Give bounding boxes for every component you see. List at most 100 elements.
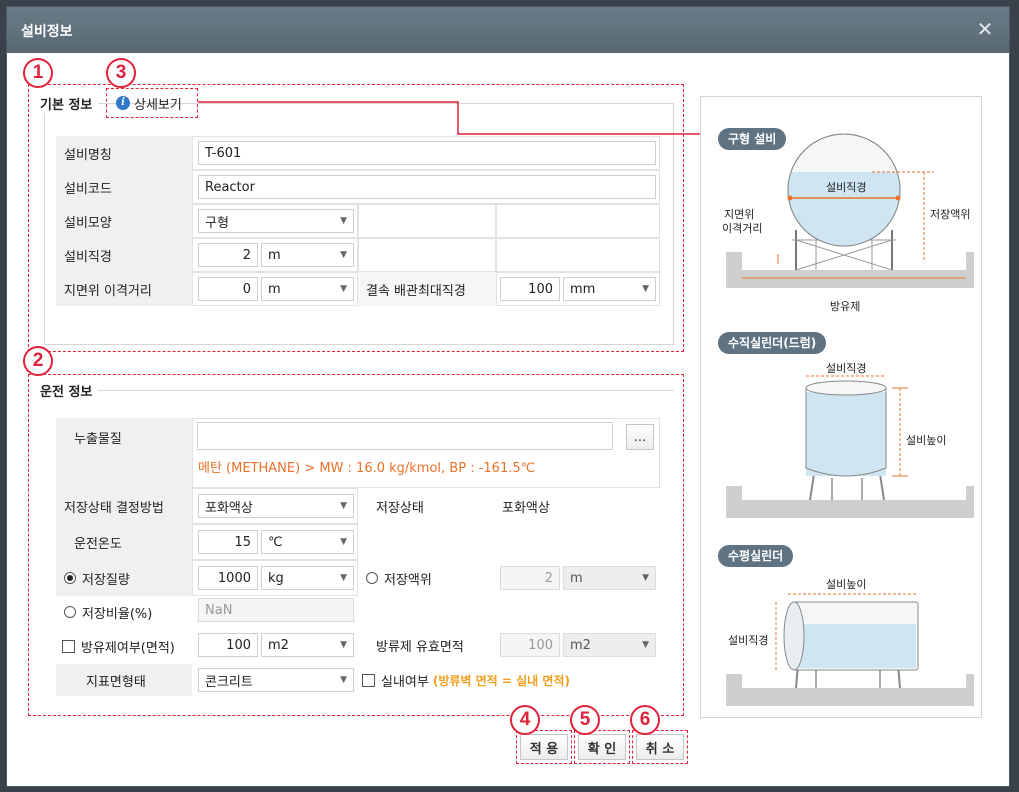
chevron-down-icon: ▼ <box>340 675 347 685</box>
indoor-note: (방류벽 면적 = 실내 면적) <box>432 673 570 688</box>
level-input[interactable]: 2 <box>500 566 560 590</box>
storage-state-value: 포화액상 <box>502 500 550 516</box>
horizontal-diameter-label: 설비직경 <box>728 634 769 647</box>
dike-check-box[interactable] <box>62 639 75 653</box>
horizontal-title: 수평실린더 <box>718 545 794 567</box>
height-unit-value: m <box>268 281 281 297</box>
ratio-radio-dot[interactable] <box>64 606 76 618</box>
dike-input[interactable]: 100 <box>198 633 258 657</box>
temp-input[interactable]: 15 <box>198 530 258 554</box>
level-label: 저장액위 <box>384 572 432 588</box>
code-input[interactable]: Reactor <box>198 175 656 199</box>
storage-method-select[interactable]: 포화액상 ▼ <box>198 494 354 518</box>
shape-select-value: 구형 <box>205 215 229 231</box>
detail-link-label: 상세보기 <box>134 97 182 113</box>
dike-area-unit-select[interactable]: m2 ▼ <box>563 633 656 657</box>
leak-browse-button[interactable]: ... <box>626 424 654 450</box>
cancel-button[interactable]: 취 소 <box>636 734 684 760</box>
chevron-down-icon: ▼ <box>642 284 649 294</box>
pipe-label: 결속 배관최대직경 <box>358 272 496 306</box>
temp-unit-select[interactable]: ℃ ▼ <box>261 530 354 554</box>
dike-unit-value: m2 <box>268 637 289 653</box>
name-label: 설비명칭 <box>56 136 192 170</box>
indoor-check-box[interactable] <box>362 673 375 687</box>
diameter-empty-cell-2 <box>496 238 660 272</box>
dike-unit-select[interactable]: m2 ▼ <box>261 633 354 657</box>
chevron-down-icon: ▼ <box>340 537 347 547</box>
connector-arrow <box>198 101 714 139</box>
horizontal-height-label: 설비높이 <box>826 578 867 591</box>
shape-empty-cell-2 <box>496 204 660 238</box>
detail-link[interactable]: i 상세보기 <box>116 93 182 113</box>
diameter-label: 설비직경 <box>56 238 192 272</box>
pipe-unit-select[interactable]: mm ▼ <box>563 277 656 301</box>
ratio-label: 저장비율(%) <box>82 606 153 622</box>
marker-4: 4 <box>510 705 540 735</box>
level-radio[interactable]: 저장액위 <box>366 566 432 590</box>
diameter-unit-select[interactable]: m ▼ <box>261 243 354 267</box>
temp-unit-value: ℃ <box>268 534 283 550</box>
vertical-title: 수직실린더(드럼) <box>718 332 827 354</box>
apply-button[interactable]: 적 용 <box>520 734 568 760</box>
surface-select-value: 콘크리트 <box>205 674 253 690</box>
marker-2: 2 <box>23 346 53 376</box>
dike-area-unit-value: m2 <box>570 637 591 653</box>
code-label: 설비코드 <box>56 170 192 204</box>
chevron-down-icon: ▼ <box>642 573 649 583</box>
mass-input[interactable]: 1000 <box>198 566 258 590</box>
marker-1: 1 <box>23 58 53 88</box>
ratio-radio[interactable]: 저장비율(%) <box>56 596 192 628</box>
marker-5: 5 <box>570 705 600 735</box>
indoor-checkbox[interactable]: 실내여부 (방류벽 면적 = 실내 면적) <box>362 668 570 692</box>
sphere-level-label: 저장액위 <box>930 208 971 221</box>
ok-button[interactable]: 확 인 <box>578 734 626 760</box>
mass-radio[interactable]: 저장질량 <box>56 560 192 596</box>
chevron-down-icon: ▼ <box>340 640 347 650</box>
vertical-height-label: 설비높이 <box>906 434 947 447</box>
marker-3: 3 <box>106 58 136 88</box>
shape-label: 설비모양 <box>56 204 192 238</box>
close-icon[interactable]: ✕ <box>975 19 995 39</box>
height-label: 지면위 이격거리 <box>56 272 192 306</box>
leak-input[interactable] <box>197 422 613 450</box>
shape-empty-cell-1 <box>358 204 496 238</box>
storage-state-label: 저장상태 <box>376 500 424 516</box>
temp-label: 운전온도 <box>56 524 192 560</box>
ratio-input[interactable]: NaN <box>198 598 354 622</box>
surface-select[interactable]: 콘크리트 ▼ <box>198 668 354 692</box>
height-unit-select[interactable]: m ▼ <box>261 277 354 301</box>
dike-area-input[interactable]: 100 <box>500 633 560 657</box>
height-input[interactable]: 0 <box>198 277 258 301</box>
dike-area-label: 방류제 유효면적 <box>376 639 464 655</box>
title-bar[interactable]: 설비정보 ✕ <box>7 7 1009 53</box>
dialog-title: 설비정보 <box>21 24 73 40</box>
sphere-diameter-label: 설비직경 <box>826 181 867 194</box>
sphere-dike-label: 방유제 <box>830 300 861 313</box>
indoor-label: 실내여부 <box>381 674 429 690</box>
pipe-unit-value: mm <box>570 281 596 297</box>
storage-method-value: 포화액상 <box>205 500 253 516</box>
marker-6: 6 <box>630 705 660 735</box>
mass-radio-dot[interactable] <box>64 572 76 584</box>
mass-unit-select[interactable]: kg ▼ <box>261 566 354 590</box>
leak-info-text: 메탄 (METHANE) > MW : 16.0 kg/kmol, BP : -… <box>198 460 536 476</box>
level-radio-dot[interactable] <box>366 572 378 584</box>
chevron-down-icon: ▼ <box>642 640 649 650</box>
operation-group-line <box>44 390 674 391</box>
sphere-height-label-2: 이격거리 <box>722 222 763 235</box>
leak-label: 누출물질 <box>56 418 192 488</box>
chevron-down-icon: ▼ <box>340 501 347 511</box>
basic-group-title: 기본 정보 <box>40 94 99 113</box>
chevron-down-icon: ▼ <box>340 216 347 226</box>
operation-group-title: 운전 정보 <box>40 381 99 400</box>
diameter-empty-cell-1 <box>358 238 496 272</box>
pipe-input[interactable]: 100 <box>500 277 560 301</box>
storage-method-label: 저장상태 결정방법 <box>56 488 192 524</box>
shape-select[interactable]: 구형 ▼ <box>198 209 354 233</box>
diameter-input[interactable]: 2 <box>198 243 258 267</box>
info-icon: i <box>116 96 130 110</box>
chevron-down-icon: ▼ <box>340 573 347 583</box>
level-unit-select[interactable]: m ▼ <box>563 566 656 590</box>
dike-checkbox[interactable]: 방유제여부(면적) <box>56 630 192 662</box>
mass-label: 저장질량 <box>82 572 130 588</box>
